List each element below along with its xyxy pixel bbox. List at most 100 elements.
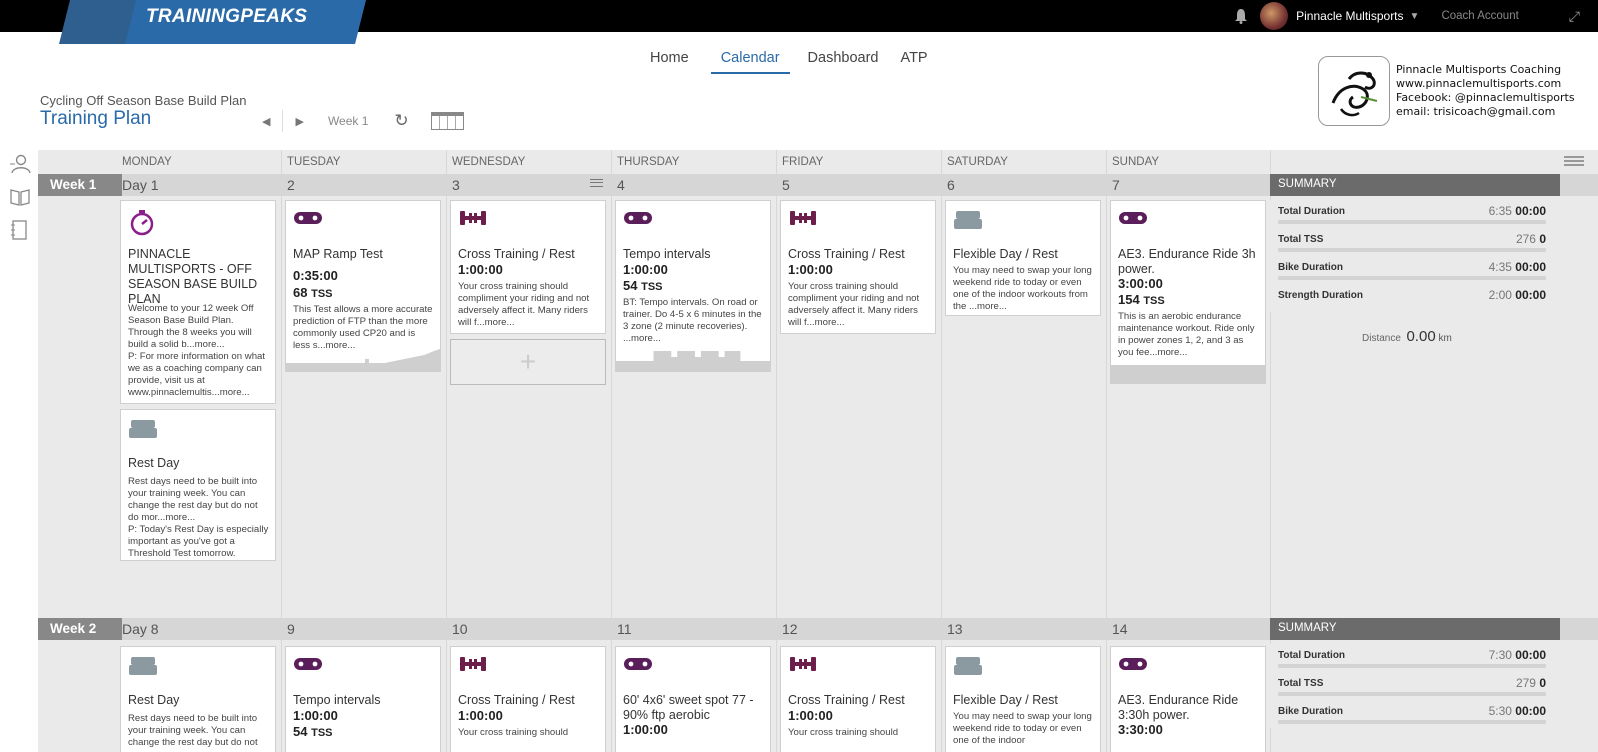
workout-title: AE3. Endurance Ride 3:30h power. — [1118, 693, 1239, 722]
plan-subtitle: Cycling Off Season Base Build Plan — [40, 93, 247, 108]
workout-title: Flexible Day / Rest — [953, 247, 1058, 261]
workout-card[interactable]: AE3. Endurance Ride 3:30h power. 3:30:00 — [1110, 646, 1266, 752]
day-header-thursday: THURSDAY — [617, 156, 680, 168]
bike-icon — [624, 658, 652, 670]
workout-tss: 54 TSS — [623, 278, 663, 293]
summary-distance: Distance 0.00 km — [1362, 328, 1452, 345]
expand-icon[interactable]: ⤢ — [1569, 8, 1580, 25]
coaching-facebook: Facebook: @pinnaclemultisports — [1396, 91, 1575, 104]
workout-description: Your cross training should compliment yo… — [458, 281, 590, 328]
day-header-saturday: SATURDAY — [947, 156, 1008, 168]
workout-card[interactable]: 60' 4x6' sweet spot 77 - 90% ftp aerobic… — [615, 646, 771, 752]
workout-card[interactable]: Cross Training / Rest 1:00:00 Your cross… — [450, 646, 606, 752]
rest-bed-icon — [954, 211, 982, 229]
workout-card[interactable]: Flexible Day / Rest You may need to swap… — [945, 200, 1101, 316]
day-number: 14 — [1112, 621, 1128, 637]
nav-calendar[interactable]: Calendar — [710, 48, 790, 74]
account-name[interactable]: Pinnacle Multisports — [1296, 9, 1403, 23]
library-icon[interactable] — [10, 188, 30, 206]
workout-card[interactable]: Rest Day Rest days need to be built into… — [120, 409, 276, 561]
day-number: 7 — [1112, 177, 1120, 193]
workout-duration: 1:00:00 — [623, 262, 668, 277]
bell-icon[interactable] — [1234, 8, 1248, 24]
nav-dashboard[interactable]: Dashboard — [798, 48, 889, 74]
workout-profile-chart — [616, 351, 770, 371]
workout-card[interactable]: Cross Training / Rest 1:00:00 Your cross… — [780, 646, 936, 752]
week-1-summary: Total Duration 6:35 00:00 Total TSS 276 … — [1270, 200, 1560, 345]
workout-description: Your cross training should — [788, 727, 899, 738]
workout-tss: 154 TSS — [1118, 292, 1165, 307]
chevron-down-icon[interactable]: ▼ — [1410, 11, 1420, 22]
athlete-icon[interactable] — [10, 154, 32, 174]
calendar-menu-icon[interactable] — [1564, 156, 1584, 166]
day-number: 9 — [287, 621, 295, 637]
summary-planned: 4:35 — [1488, 260, 1512, 274]
page-title: Training Plan — [40, 108, 152, 129]
workout-duration: 3:30:00 — [1118, 722, 1163, 737]
workout-duration: 1:00:00 — [623, 722, 668, 737]
workout-duration: 1:00:00 — [788, 708, 833, 723]
prev-week-icon[interactable]: ◀ — [262, 115, 270, 128]
summary-completed: 00:00 — [1515, 704, 1546, 718]
summary-completed: 00:00 — [1515, 260, 1546, 274]
workout-duration: 1:00:00 — [788, 262, 833, 277]
summary-label: Total Duration — [1278, 650, 1346, 661]
week-2-summary-title: SUMMARY — [1270, 618, 1560, 640]
day-header-sunday: SUNDAY — [1112, 156, 1160, 168]
triathlete-logo-icon — [1331, 71, 1378, 117]
bike-icon — [1119, 658, 1147, 670]
week-1-label: Week 1 — [38, 174, 122, 196]
summary-planned: 279 — [1515, 676, 1536, 690]
coach-account-link[interactable]: Coach Account — [1441, 10, 1518, 22]
workout-title: Cross Training / Rest — [458, 693, 575, 707]
bike-icon — [624, 212, 652, 224]
workout-card[interactable]: Cross Training / Rest 1:00:00 Your cross… — [450, 200, 606, 334]
main-nav: Home Calendar Dashboard ATP — [640, 48, 938, 74]
day-menu-icon[interactable] — [590, 179, 603, 187]
workout-card[interactable]: Rest Day Rest days need to be built into… — [120, 646, 276, 752]
summary-label: Strength Duration — [1278, 290, 1363, 301]
day-header-tuesday: TUESDAY — [287, 156, 341, 168]
refresh-icon[interactable]: ↻ — [394, 111, 408, 131]
strength-icon — [460, 211, 486, 225]
workout-card[interactable]: Tempo intervals 1:00:00 54 TSS — [285, 646, 441, 752]
day-number: 10 — [452, 621, 468, 637]
summary-completed: 00:00 — [1515, 648, 1546, 662]
next-week-icon[interactable]: ▶ — [295, 115, 303, 128]
trainingpeaks-logo[interactable]: TRAININGPEAKS — [58, 0, 368, 44]
notebook-icon[interactable] — [10, 220, 28, 240]
workout-card[interactable]: PINNACLE MULTISPORTS - OFF SEASON BASE B… — [120, 200, 276, 404]
workout-card[interactable]: AE3. Endurance Ride 3h power. 3:00:00 15… — [1110, 200, 1266, 384]
workout-card[interactable]: Cross Training / Rest 1:00:00 Your cross… — [780, 200, 936, 334]
coaching-logo — [1318, 56, 1390, 126]
workout-title: MAP Ramp Test — [293, 247, 383, 261]
add-workout-button[interactable]: + — [450, 339, 606, 385]
workout-description: You may need to swap your long weekend r… — [953, 711, 1092, 746]
workout-title: Flexible Day / Rest — [953, 693, 1058, 707]
workout-card[interactable]: Tempo intervals 1:00:00 54 TSS BT: Tempo… — [615, 200, 771, 372]
strength-icon — [460, 657, 486, 671]
workout-card[interactable]: Flexible Day / Rest You may need to swap… — [945, 646, 1101, 752]
nav-home[interactable]: Home — [640, 48, 699, 74]
workout-duration: 3:00:00 — [1118, 276, 1163, 291]
workout-title: Cross Training / Rest — [788, 247, 905, 261]
workout-description: Your cross training should compliment yo… — [788, 281, 920, 328]
workout-profile-chart — [1111, 365, 1265, 383]
workout-description: This Test allows a more accurate predict… — [293, 304, 433, 351]
workout-title: PINNACLE MULTISPORTS - OFF SEASON BASE B… — [128, 247, 258, 306]
workout-profile-chart — [286, 349, 440, 371]
workout-title: Cross Training / Rest — [788, 693, 905, 707]
calendar-icon[interactable] — [430, 112, 464, 130]
coaching-website: www.pinnaclemultisports.com — [1396, 77, 1562, 90]
workout-title: AE3. Endurance Ride 3h power. — [1118, 247, 1256, 276]
workout-duration: 1:00:00 — [458, 708, 503, 723]
week-2-label: Week 2 — [38, 618, 122, 640]
workout-card[interactable]: MAP Ramp Test 0:35:00 68 TSS This Test a… — [285, 200, 441, 372]
workout-description: Your cross training should — [458, 727, 569, 738]
rest-bed-icon — [129, 657, 157, 675]
strength-icon — [790, 211, 816, 225]
nav-atp[interactable]: ATP — [890, 48, 937, 74]
workout-description: This is an aerobic endurance maintenance… — [1118, 311, 1255, 358]
day-header-friday: FRIDAY — [782, 156, 824, 168]
avatar[interactable] — [1260, 2, 1289, 30]
